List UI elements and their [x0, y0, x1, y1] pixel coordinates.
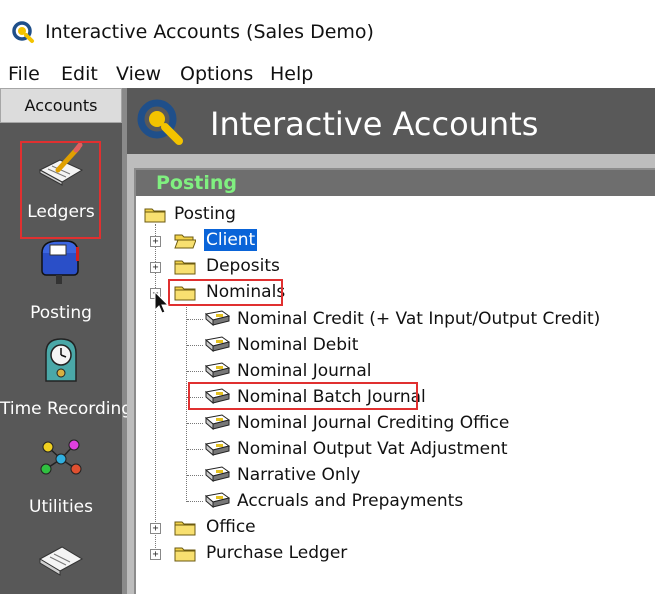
tree-folder-client[interactable]: Client	[204, 229, 258, 251]
nav-item-documents[interactable]	[0, 533, 122, 594]
tree-item-nominal-debit[interactable]: Nominal Debit	[237, 334, 358, 356]
nav-header[interactable]: Accounts	[0, 88, 122, 123]
posting-form-icon	[204, 310, 230, 327]
title-bar: Interactive Accounts (Sales Demo)	[0, 0, 655, 58]
nav-label-utilities: Utilities	[29, 497, 93, 517]
folder-icon	[174, 521, 196, 536]
tree-connector	[187, 345, 203, 346]
mouse-cursor-icon	[154, 291, 170, 314]
menu-view[interactable]: View	[116, 62, 161, 86]
tree-connector	[187, 475, 203, 476]
tree-item-nominal-credit[interactable]: Nominal Credit (+ Vat Input/Output Credi…	[237, 308, 600, 330]
menu-edit[interactable]: Edit	[61, 62, 98, 86]
menu-help[interactable]: Help	[270, 62, 313, 86]
banner-logo-icon	[137, 99, 183, 145]
posting-form-icon	[204, 440, 230, 457]
posting-form-icon	[204, 492, 230, 509]
time-recording-icon	[45, 338, 77, 382]
folder-icon	[174, 260, 196, 275]
expand-icon[interactable]: +	[150, 523, 161, 534]
nominals-highlight-box	[168, 279, 283, 306]
batch-journal-highlight-box	[188, 382, 418, 410]
folder-icon	[144, 208, 166, 223]
tree-connector	[155, 224, 156, 554]
tree-connector	[187, 423, 203, 424]
app-banner: Interactive Accounts	[127, 88, 655, 154]
nav-label-posting: Posting	[30, 303, 92, 323]
posting-form-icon	[204, 336, 230, 353]
panel-title: Posting	[156, 172, 238, 194]
tree-folder-deposits[interactable]: Deposits	[206, 255, 280, 277]
posting-icon	[41, 240, 79, 284]
tree-connector	[187, 449, 203, 450]
nav-item-utilities[interactable]: Utilities	[0, 431, 122, 523]
posting-highlight-box	[20, 141, 101, 239]
tree-connector	[187, 319, 203, 320]
tree-item-nominal-journal-crediting-office[interactable]: Nominal Journal Crediting Office	[237, 412, 509, 434]
tree-folder-office[interactable]: Office	[206, 516, 256, 538]
nav-item-time-recording[interactable]: Time Recording	[0, 333, 133, 425]
panel-title-bar: Posting	[136, 170, 655, 196]
tree-folder-purchase-ledger[interactable]: Purchase Ledger	[206, 542, 347, 564]
tree-item-accruals-and-prepayments[interactable]: Accruals and Prepayments	[237, 490, 463, 512]
posting-form-icon	[204, 414, 230, 431]
nav-label-time-recording: Time Recording	[0, 399, 133, 419]
tree-connector	[186, 304, 187, 502]
expand-icon[interactable]: +	[150, 262, 161, 273]
documents-icon	[38, 546, 84, 576]
window-title: Interactive Accounts (Sales Demo)	[45, 21, 374, 43]
tree-connector	[187, 371, 203, 372]
menu-bar: File Edit View Options Help	[0, 58, 655, 88]
expand-icon[interactable]: +	[150, 549, 161, 560]
expand-icon[interactable]: +	[150, 236, 161, 247]
banner-title: Interactive Accounts	[210, 105, 539, 143]
nav-item-posting[interactable]: Posting	[0, 233, 122, 325]
posting-form-icon	[204, 362, 230, 379]
tree-connector	[187, 501, 203, 502]
tree-root-posting[interactable]: Posting	[174, 203, 236, 225]
app-logo-icon	[12, 21, 34, 43]
folder-icon	[174, 547, 196, 562]
posting-form-icon	[204, 466, 230, 483]
menu-file[interactable]: File	[8, 62, 40, 86]
utilities-icon	[40, 439, 82, 475]
menu-options[interactable]: Options	[180, 62, 253, 86]
open-folder-icon	[174, 234, 196, 249]
tree-item-nominal-output-vat-adjustment[interactable]: Nominal Output Vat Adjustment	[237, 438, 508, 460]
tree-item-nominal-journal[interactable]: Nominal Journal	[237, 360, 372, 382]
tree-item-narrative-only[interactable]: Narrative Only	[237, 464, 360, 486]
